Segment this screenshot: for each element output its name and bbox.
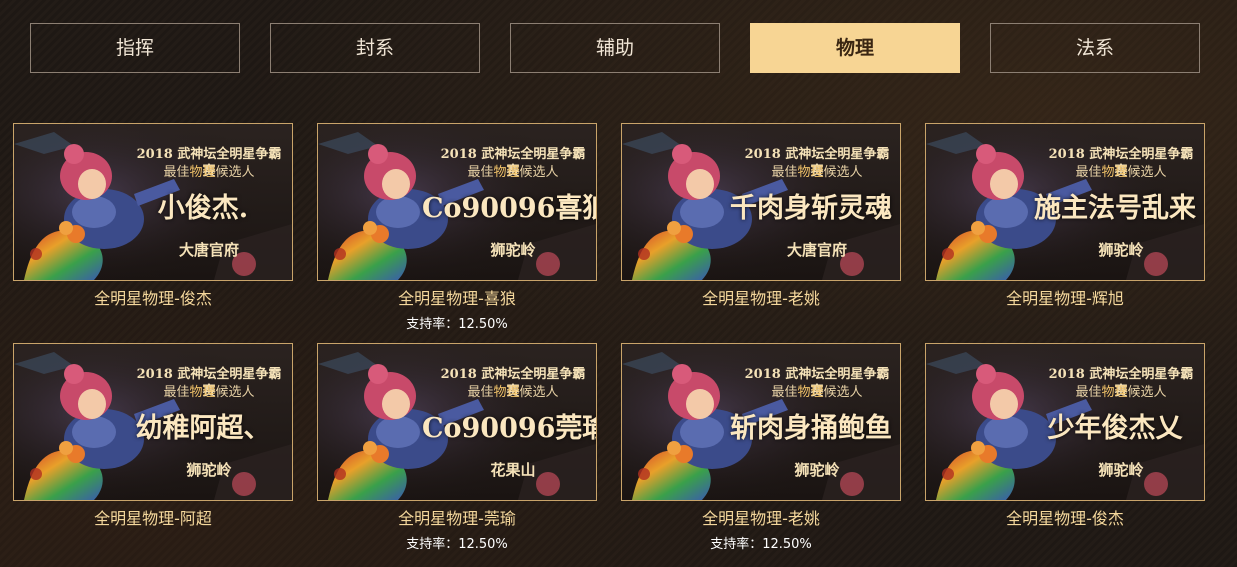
candidate-caption[interactable]: 全明星物理-阿超: [13, 508, 293, 530]
poster-subtitle: 最佳物理候选人: [771, 165, 863, 180]
poster-player-name: 斩肉身捅鲍鱼: [730, 413, 892, 444]
poster-school: 狮驼岭: [794, 461, 840, 479]
poster-school: 狮驼岭: [186, 461, 232, 479]
poster-school: 狮驼岭: [490, 241, 536, 259]
candidate-poster[interactable]: 2018 武神坛全明星争霸赛 最佳物理候选人 千肉身斩灵魂 大唐官府: [621, 123, 901, 281]
poster-school: 狮驼岭: [1098, 241, 1144, 259]
category-tabs: 指挥 封系 辅助 物理 法系: [30, 23, 1200, 73]
poster-player-name: 少年俊杰乂: [1047, 413, 1183, 444]
poster-subtitle: 最佳物理候选人: [1075, 165, 1167, 180]
tab-physical[interactable]: 物理: [750, 23, 960, 73]
poster-subtitle: 最佳物理候选人: [1075, 385, 1167, 400]
candidate-poster[interactable]: 2018 武神坛全明星争霸赛 最佳物理候选人 少年俊杰乂 狮驼岭: [925, 343, 1205, 501]
candidate-caption[interactable]: 全明星物理-老姚: [621, 288, 901, 310]
poster-subtitle: 最佳物理候选人: [163, 165, 255, 180]
candidate-caption[interactable]: 全明星物理-喜狼: [317, 288, 597, 310]
candidate-caption[interactable]: 全明星物理-俊杰: [925, 508, 1205, 530]
tab-support[interactable]: 辅助: [510, 23, 720, 73]
poster-subtitle: 最佳物理候选人: [467, 385, 559, 400]
poster-player-name: 小俊杰.: [157, 193, 249, 224]
poster-subtitle: 最佳物理候选人: [771, 385, 863, 400]
candidate-poster[interactable]: 2018 武神坛全明星争霸赛 最佳物理候选人 小俊杰. 大唐官府: [13, 123, 293, 281]
poster-school: 大唐官府: [178, 241, 239, 259]
candidate-caption[interactable]: 全明星物理-老姚: [621, 508, 901, 530]
poster-subtitle: 最佳物理候选人: [467, 165, 559, 180]
candidate-caption[interactable]: 全明星物理-俊杰: [13, 288, 293, 310]
support-rate: 支持率：12.50%: [406, 317, 508, 332]
candidate-poster[interactable]: 2018 武神坛全明星争霸赛 最佳物理候选人 Co90096喜狼 狮驼岭: [317, 123, 597, 281]
poster-subtitle: 最佳物理候选人: [163, 385, 255, 400]
poster-school: 大唐官府: [786, 241, 847, 259]
poster-school: 花果山: [490, 461, 536, 479]
tab-magic[interactable]: 法系: [990, 23, 1200, 73]
poster-school: 狮驼岭: [1098, 461, 1144, 479]
poster-player-name: 幼稚阿超、: [135, 413, 271, 444]
poster-player-name: 千肉身斩灵魂: [730, 193, 892, 224]
candidate-poster[interactable]: 2018 武神坛全明星争霸赛 最佳物理候选人 Co90096莞瑜 花果山: [317, 343, 597, 501]
candidate-poster[interactable]: 2018 武神坛全明星争霸赛 最佳物理候选人 幼稚阿超、 狮驼岭: [13, 343, 293, 501]
candidate-poster[interactable]: 2018 武神坛全明星争霸赛 最佳物理候选人 施主法号乱来 狮驼岭: [925, 123, 1205, 281]
support-rate: 支持率：12.50%: [710, 537, 812, 552]
candidate-caption[interactable]: 全明星物理-莞瑜: [317, 508, 597, 530]
candidate-poster[interactable]: 2018 武神坛全明星争霸赛 最佳物理候选人 斩肉身捅鲍鱼 狮驼岭: [621, 343, 901, 501]
poster-player-name: Co90096莞瑜: [422, 413, 597, 444]
poster-player-name: Co90096喜狼: [422, 193, 597, 224]
tab-commander[interactable]: 指挥: [30, 23, 240, 73]
support-rate: 支持率：12.50%: [406, 537, 508, 552]
tab-seal[interactable]: 封系: [270, 23, 480, 73]
poster-player-name: 施主法号乱来: [1034, 193, 1196, 224]
candidate-caption[interactable]: 全明星物理-辉旭: [925, 288, 1205, 310]
